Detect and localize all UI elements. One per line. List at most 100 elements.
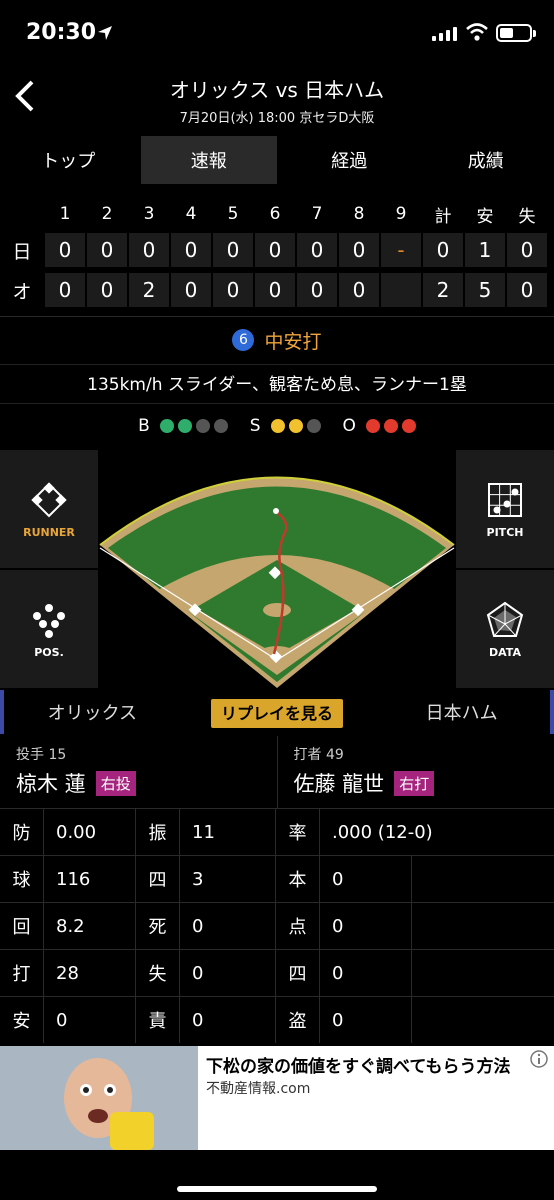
pitcher-name: 椋木 蓮 <box>16 772 86 796</box>
ad-source: 不動産情報.com <box>206 1081 311 1097</box>
inning-header: 6 <box>269 204 281 224</box>
outs-label: O <box>342 416 356 436</box>
stat-key: 回 <box>0 903 44 949</box>
stat-value: 0 <box>180 997 276 1043</box>
batter-card[interactable]: 打者 49 佐藤 龍世 右打 <box>276 736 554 808</box>
play-result: 6 中安打 <box>0 322 554 358</box>
tab-progress[interactable]: 経過 <box>281 136 418 184</box>
stat-key: 打 <box>0 950 44 996</box>
stat-value: 0 <box>320 997 412 1043</box>
location-arrow-icon <box>98 26 112 40</box>
stat-value: 116 <box>44 856 136 902</box>
inning-header: 7 <box>311 204 323 224</box>
stat-key: 点 <box>276 903 320 949</box>
status-bar: 20:30 <box>0 0 554 68</box>
stat-value: 0 <box>320 903 412 949</box>
radar-chart-icon <box>486 601 524 637</box>
team-label: オ <box>12 280 32 303</box>
scoreboard: 1 2 3 4 5 6 7 8 9 計 安 失 日 0 0 0 0 0 0 0 … <box>0 196 554 308</box>
pitcher-card[interactable]: 投手 15 椋木 蓮 右投 <box>0 736 277 808</box>
team-switcher: オリックス リプレイを見る 日本ハム <box>0 690 554 734</box>
stat-key: 責 <box>136 997 180 1043</box>
inning-score: 0 <box>213 273 253 307</box>
position-icon <box>33 603 65 638</box>
inning-score: 0 <box>339 233 379 267</box>
inning-score: 0 <box>339 273 379 307</box>
count-dot <box>270 419 285 433</box>
field-area: RUNNER POS. PITCH DATA <box>0 450 554 688</box>
ad-image <box>0 1046 198 1150</box>
stats-table: 防 0.00 振 11 率 .000 (12-0) 球 116 四 3 本 0 … <box>0 808 554 1043</box>
hits-header: 安 <box>476 206 494 227</box>
stat-key: 本 <box>276 856 320 902</box>
ball-count: B S O <box>0 412 554 440</box>
game-title: オリックス vs 日本ハム <box>169 78 385 102</box>
total-hits: 1 <box>465 233 505 267</box>
pitcher-role: 投手 15 <box>16 747 67 763</box>
position-label: POS. <box>34 645 64 659</box>
scoreboard-header: 1 2 3 4 5 6 7 8 9 計 安 失 <box>0 196 554 232</box>
pitch-grid-icon <box>488 482 522 517</box>
count-dot <box>383 419 398 433</box>
tab-stats[interactable]: 成績 <box>418 136 554 184</box>
inning-score: 0 <box>297 233 337 267</box>
inning-header: 2 <box>101 204 113 224</box>
inning-header: 1 <box>59 204 71 224</box>
inning-score: 0 <box>45 273 85 307</box>
batter-role: 打者 49 <box>293 747 344 763</box>
inning-header: 8 <box>353 204 365 224</box>
team-right-button[interactable]: 日本ハム <box>369 699 554 725</box>
team-left-button[interactable]: オリックス <box>0 699 185 725</box>
scoreboard-row-away: 日 0 0 0 0 0 0 0 0 - 0 1 0 <box>0 232 554 268</box>
tab-live[interactable]: 速報 <box>140 136 277 184</box>
total-errors: 0 <box>507 233 547 267</box>
stat-key: 振 <box>136 809 180 855</box>
stat-key: 失 <box>136 950 180 996</box>
stats-row: 防 0.00 振 11 率 .000 (12-0) <box>0 808 554 855</box>
inning-score: 0 <box>171 273 211 307</box>
ad-banner[interactable]: 下松の家の価値をすぐ調べてもらう方法 不動産情報.com <box>0 1046 554 1150</box>
stat-value: 8.2 <box>44 903 136 949</box>
stats-row: 安 0 責 0 盗 0 <box>0 996 554 1043</box>
count-dot <box>195 419 210 433</box>
count-dot <box>159 419 174 433</box>
total-runs: 2 <box>423 273 463 307</box>
batter-hand-badge: 右打 <box>394 770 435 796</box>
data-button[interactable]: DATA <box>456 570 554 688</box>
inning-header: 5 <box>227 204 239 224</box>
matchup: 投手 15 椋木 蓮 右投 打者 49 佐藤 龍世 右打 <box>0 736 554 808</box>
stat-key: 四 <box>276 950 320 996</box>
back-chevron-icon[interactable] <box>12 78 36 114</box>
count-dot <box>306 419 321 433</box>
runner-label: RUNNER <box>23 525 75 539</box>
runner-button[interactable]: RUNNER <box>0 450 98 568</box>
pitcher-hand-badge: 右投 <box>95 770 136 796</box>
game-header: オリックス vs 日本ハム 7月20日(水) 18:00 京セラD大阪 <box>0 68 554 132</box>
pitch-label: PITCH <box>486 525 524 539</box>
stat-key: 死 <box>136 903 180 949</box>
pitch-button[interactable]: PITCH <box>456 450 554 568</box>
count-dot <box>401 419 416 433</box>
inning-score: 0 <box>255 273 295 307</box>
ad-info-icon[interactable] <box>530 1050 548 1068</box>
home-indicator[interactable] <box>177 1186 377 1192</box>
stat-key: 防 <box>0 809 44 855</box>
inning-header: 4 <box>185 204 197 224</box>
cellular-signal-icon <box>432 25 457 41</box>
count-dot <box>213 419 228 433</box>
strikes-label: S <box>249 416 261 436</box>
count-dot <box>177 419 192 433</box>
inning-score: 2 <box>129 273 169 307</box>
stat-value: 0 <box>320 950 412 996</box>
inning-score: 0 <box>87 273 127 307</box>
ad-title: 下松の家の価値をすぐ調べてもらう方法 <box>206 1057 511 1077</box>
inning-score: 0 <box>171 233 211 267</box>
stat-key: 率 <box>276 809 320 855</box>
balls-indicator: B <box>138 416 228 436</box>
replay-button[interactable]: リプレイを見る <box>211 699 344 728</box>
stat-key: 盗 <box>276 997 320 1043</box>
tab-top[interactable]: トップ <box>0 136 137 184</box>
position-button[interactable]: POS. <box>0 570 98 688</box>
tab-bar: トップ 速報 経過 成績 <box>0 136 554 184</box>
baseball-field <box>99 476 455 688</box>
